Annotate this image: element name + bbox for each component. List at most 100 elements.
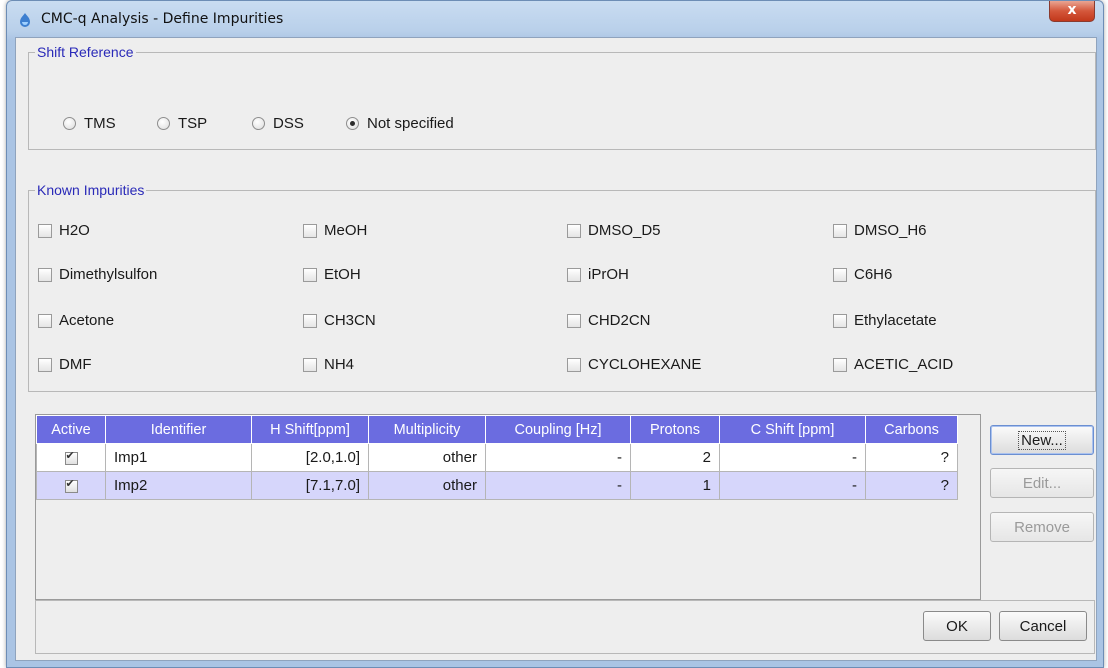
multiplicity-cell[interactable]: other [368,443,486,472]
impurity-cyclohexane[interactable]: CYCLOHEXANE [567,356,701,373]
radio-tms[interactable]: TMS [63,115,116,132]
impurity-ch3cn[interactable]: CH3CN [303,312,376,329]
impurity-label: DMF [59,356,92,373]
radio-icon [157,117,170,130]
impurity-label: iPrOH [588,266,629,283]
impurity-dimethylsulfon[interactable]: Dimethylsulfon [38,266,157,283]
checkbox-icon [567,357,581,372]
c-shift-cell[interactable]: - [719,443,866,472]
impurity-dmso-d5[interactable]: DMSO_D5 [567,222,661,239]
impurity-acetic-acid[interactable]: ACETIC_ACID [833,356,953,373]
radio-tsp[interactable]: TSP [157,115,207,132]
column-header-identifier[interactable]: Identifier [105,415,252,444]
multiplicity-cell[interactable]: other [368,471,486,500]
radio-dss[interactable]: DSS [252,115,304,132]
impurity-dmf[interactable]: DMF [38,356,92,373]
checkbox-icon [303,357,317,372]
dialog-content: Shift Reference TMS TSP DSS Not specifie… [15,37,1097,661]
active-cell[interactable] [36,471,106,500]
impurity-label: CYCLOHEXANE [588,356,702,373]
impurity-chd2cn[interactable]: CHD2CN [567,312,651,329]
radio-icon [63,117,76,130]
column-header-c-shift[interactable]: C Shift [ppm] [719,415,866,444]
new-button[interactable]: New... [990,425,1094,455]
title-bar[interactable]: CMC-q Analysis - Define Impurities x [7,1,1103,37]
radio-not-specified[interactable]: Not specified [346,115,454,132]
impurity-dmso-h6[interactable]: DMSO_H6 [833,222,927,239]
impurity-label: Dimethylsulfon [59,266,158,283]
new-button-label: New... [1018,431,1066,450]
impurity-acetone[interactable]: Acetone [38,312,114,329]
impurity-c6h6[interactable]: C6H6 [833,266,892,283]
dialog-window: CMC-q Analysis - Define Impurities x Shi… [6,0,1104,668]
table-row[interactable]: Imp2 [7.1,7.0] other - 1 - ? [36,471,958,500]
impurity-label: EtOH [324,266,361,283]
column-header-multiplicity[interactable]: Multiplicity [368,415,486,444]
radio-label-not-specified: Not specified [367,115,454,132]
shift-reference-group: Shift Reference [28,44,1096,150]
close-button[interactable]: x [1049,1,1095,22]
protons-cell[interactable]: 2 [630,443,720,472]
impurity-ethylacetate[interactable]: Ethylacetate [833,312,937,329]
checkbox-checked-icon[interactable] [64,477,78,493]
radio-label-dss: DSS [273,115,304,132]
column-header-protons[interactable]: Protons [630,415,720,444]
checkbox-icon [567,313,581,328]
radio-selected-icon [346,117,359,130]
coupling-cell[interactable]: - [485,443,631,472]
c-shift-cell[interactable]: - [719,471,866,500]
checkbox-icon [833,313,847,328]
column-header-coupling[interactable]: Coupling [Hz] [485,415,631,444]
h-shift-cell[interactable]: [2.0,1.0] [251,443,369,472]
column-header-carbons[interactable]: Carbons [865,415,958,444]
impurity-label: NH4 [324,356,355,373]
radio-icon [252,117,265,130]
checkbox-icon [567,267,581,282]
active-cell[interactable] [36,443,106,472]
column-header-h-shift[interactable]: H Shift[ppm] [251,415,369,444]
impurity-label: CHD2CN [588,312,651,329]
table-header-row: Active Identifier H Shift[ppm] Multiplic… [36,415,958,444]
checkbox-icon [303,223,317,238]
coupling-cell[interactable]: - [485,471,631,500]
checkbox-icon [567,223,581,238]
carbons-cell[interactable]: ? [865,443,958,472]
checkbox-checked-icon[interactable] [64,449,78,465]
checkbox-icon [303,313,317,328]
impurities-table-container[interactable]: Active Identifier H Shift[ppm] Multiplic… [35,414,981,600]
protons-cell[interactable]: 1 [630,471,720,500]
impurity-label: C6H6 [854,266,893,283]
cancel-button[interactable]: Cancel [999,611,1087,641]
radio-label-tms: TMS [84,115,116,132]
impurity-label: MeOH [324,222,368,239]
impurity-label: ACETIC_ACID [854,356,954,373]
impurity-label: Acetone [59,312,115,329]
impurity-label: Ethylacetate [854,312,937,329]
edit-button[interactable]: Edit... [990,468,1094,498]
impurity-h2o[interactable]: H2O [38,222,90,239]
impurity-label: DMSO_D5 [588,222,661,239]
checkbox-icon [833,357,847,372]
known-impurities-legend: Known Impurities [37,182,145,198]
impurity-label: DMSO_H6 [854,222,927,239]
impurity-etoh[interactable]: EtOH [303,266,361,283]
impurity-nh4[interactable]: NH4 [303,356,354,373]
impurity-iproh[interactable]: iPrOH [567,266,629,283]
h-shift-cell[interactable]: [7.1,7.0] [251,471,369,500]
carbons-cell[interactable]: ? [865,471,958,500]
shift-reference-legend: Shift Reference [37,44,134,60]
impurities-table: Active Identifier H Shift[ppm] Multiplic… [36,415,958,500]
checkbox-icon [833,223,847,238]
impurity-meoh[interactable]: MeOH [303,222,367,239]
column-header-active[interactable]: Active [36,415,106,444]
impurity-label: CH3CN [324,312,376,329]
table-row[interactable]: Imp1 [2.0,1.0] other - 2 - ? [36,443,958,472]
checkbox-icon [38,313,52,328]
ok-button[interactable]: OK [923,611,991,641]
app-icon [20,13,30,27]
checkbox-icon [303,267,317,282]
identifier-cell[interactable]: Imp2 [105,471,252,500]
identifier-cell[interactable]: Imp1 [105,443,252,472]
remove-button[interactable]: Remove [990,512,1094,542]
radio-label-tsp: TSP [178,115,208,132]
